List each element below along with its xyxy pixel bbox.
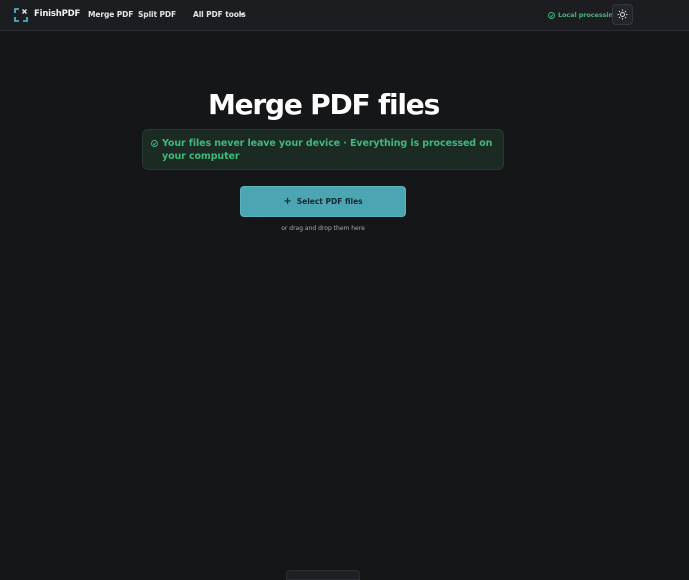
chevron-down-icon[interactable]: [238, 10, 246, 18]
page-title: Merge PDF files: [207, 88, 440, 121]
nav-merge-pdf[interactable]: Merge PDF: [88, 10, 133, 19]
shield-check-icon: [548, 11, 555, 19]
select-pdf-files-label: Select PDF files: [296, 197, 363, 206]
sun-icon: [617, 9, 628, 20]
top-navigation-bar: FinishPDF Merge PDF Split PDF All PDF to…: [0, 0, 689, 31]
local-processing-label: Local processing: [558, 11, 618, 19]
finishpdf-logo-icon[interactable]: [14, 8, 28, 22]
brand-name[interactable]: FinishPDF: [34, 9, 80, 19]
select-pdf-files-button[interactable]: + Select PDF files: [240, 186, 406, 217]
theme-toggle-button[interactable]: [612, 4, 633, 25]
local-processing-indicator: Local processing: [548, 10, 618, 20]
drag-drop-hint: or drag and drop them here: [281, 225, 365, 232]
plus-icon: +: [283, 195, 292, 207]
bottom-panel-handle[interactable]: [286, 570, 360, 580]
shield-check-icon: [151, 140, 158, 147]
privacy-notice-text: Your files never leave your device · Eve…: [162, 138, 493, 162]
privacy-notice: Your files never leave your device · Eve…: [142, 129, 504, 170]
nav-split-pdf[interactable]: Split PDF: [138, 10, 176, 19]
